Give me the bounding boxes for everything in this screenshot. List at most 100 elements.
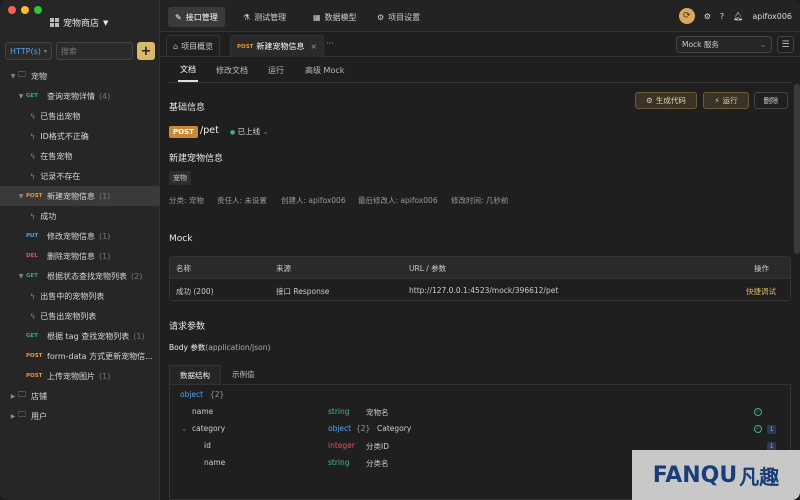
- tree-folder[interactable]: ▶ 🗀︎ 用户: [0, 406, 160, 426]
- code-icon: ⚙: [646, 96, 653, 105]
- tree-label: 出售中的宠物列表: [40, 291, 105, 301]
- subtab-advanced-mock[interactable]: 高级 Mock: [303, 58, 346, 82]
- tree-api-item[interactable]: ▼ GET 根据状态查找宠物列表 (2): [0, 266, 160, 286]
- tab-api-management[interactable]: ✎ 接口管理: [168, 7, 225, 27]
- tree-case-item[interactable]: ϟ ID格式不正确: [0, 126, 160, 146]
- api-tree: ▼ 🗀︎ 宠物 ▼ GET 查询宠物详情 (4) ϟ 已售出宠物 ϟ ID格式不正确 ϟ 在售宠物 ϟ 记录…: [0, 66, 160, 426]
- tab-project-overview[interactable]: ⌂ 项目概览: [166, 35, 221, 57]
- tree-case-item[interactable]: ϟ 已售出宠物: [0, 106, 160, 126]
- tab-label: 新建宠物信息: [256, 42, 305, 51]
- subtab-edit-doc[interactable]: 修改文档: [214, 58, 250, 82]
- method-badge: POST: [26, 193, 43, 199]
- project-name: 宠物商店: [63, 19, 100, 29]
- menu-icon[interactable]: ☰: [777, 36, 794, 53]
- tree-label: 根据 tag 查找宠物列表: [47, 331, 130, 341]
- method-badge: GET: [26, 93, 39, 99]
- delete-button[interactable]: 删除: [754, 92, 788, 109]
- close-window-button[interactable]: [8, 6, 16, 14]
- minimize-window-button[interactable]: [21, 6, 29, 14]
- scrollbar[interactable]: [794, 84, 800, 254]
- quick-debug-link[interactable]: 快捷调试: [746, 286, 776, 297]
- project-switcher[interactable]: 宠物商店 ▼: [50, 16, 108, 29]
- tree-api-item[interactable]: GET 根据 tag 查找宠物列表 (1): [0, 326, 160, 346]
- tree-label: 成功: [40, 211, 57, 221]
- schema-name: category: [192, 424, 226, 433]
- caret-icon[interactable]: ▶: [8, 393, 18, 400]
- tree-api-item[interactable]: DEL 删除宠物信息 (1): [0, 246, 160, 266]
- protocol-select[interactable]: HTTP(s) ▾: [5, 42, 52, 60]
- meta-modifier: 最后修改人: apifox006: [358, 196, 438, 205]
- schema-type: object: [328, 424, 352, 433]
- case-icon: ϟ: [30, 211, 36, 221]
- method-badge: PUT: [26, 233, 39, 239]
- tree-folder[interactable]: ▶ 🗀︎ 店铺: [0, 386, 160, 406]
- header-name: 名称: [176, 264, 191, 273]
- header-url: URL / 参数: [409, 264, 447, 273]
- body-params-label: Body 参数(application/json): [169, 342, 270, 353]
- method-badge: GET: [26, 333, 39, 339]
- subtab-doc[interactable]: 文档: [178, 58, 198, 82]
- caret-icon[interactable]: ▼: [16, 193, 26, 200]
- close-icon[interactable]: ×: [310, 42, 317, 51]
- tree-case-item[interactable]: ϟ 记录不存在: [0, 166, 160, 186]
- caret-down-icon: ▼: [103, 18, 109, 27]
- method-badge: DEL: [26, 253, 38, 259]
- button-label: 生成代码: [655, 96, 686, 105]
- flask-icon: ⚗: [243, 12, 251, 22]
- caret-down-icon[interactable]: ⌄: [181, 424, 187, 433]
- tree-label: 根据状态查找宠物列表: [47, 271, 127, 281]
- request-params-title: 请求参数: [169, 322, 206, 332]
- tree-case-item[interactable]: ϟ 成功: [0, 206, 160, 226]
- maximize-window-button[interactable]: [34, 6, 42, 14]
- tree-case-item[interactable]: ϟ 出售中的宠物列表: [0, 286, 160, 306]
- document-tab-bar: ⌂ 项目概览 POST 新建宠物信息 × ··· Mock 服务 ⌄ ☰: [160, 33, 800, 57]
- add-button[interactable]: +: [137, 42, 155, 60]
- tree-label: 宠物: [31, 71, 47, 81]
- folder-icon: 🗀︎: [18, 410, 26, 419]
- button-label: 运行: [722, 96, 738, 105]
- caret-icon[interactable]: ▼: [16, 93, 26, 100]
- case-count: (1): [99, 231, 111, 241]
- tree-api-item[interactable]: ▼ GET 查询宠物详情 (4): [0, 86, 160, 106]
- tab-data-structure[interactable]: 数据结构: [169, 365, 221, 384]
- caret-icon[interactable]: ▼: [16, 273, 26, 280]
- tree-api-item[interactable]: PUT 修改宠物信息 (1): [0, 226, 160, 246]
- tab-example[interactable]: 示例值: [221, 365, 266, 384]
- bell-icon[interactable]: 🔔︎: [733, 12, 743, 21]
- tree-folder[interactable]: ▼ 🗀︎ 宠物: [0, 66, 160, 86]
- tree-label: 删除宠物信息: [47, 251, 95, 261]
- tree-case-item[interactable]: ϟ 在售宠物: [0, 146, 160, 166]
- mock-service-select[interactable]: Mock 服务 ⌄: [676, 36, 772, 53]
- mock-row-url[interactable]: http://127.0.0.1:4523/mock/396612/pet: [409, 286, 558, 295]
- folder-icon: 🗀︎: [18, 70, 26, 79]
- caret-icon[interactable]: ▶: [8, 413, 18, 420]
- check-icon: ✓: [754, 408, 762, 416]
- tree-api-item[interactable]: ▼ POST 新建宠物信息 (1): [0, 186, 160, 206]
- user-name[interactable]: apifox006: [752, 12, 792, 21]
- tree-api-item[interactable]: POST form-data 方式更新宠物信...: [0, 346, 160, 366]
- status-select[interactable]: ● 已上线 ⌄: [230, 126, 269, 137]
- sync-icon[interactable]: ⟳: [678, 8, 695, 24]
- case-icon: ϟ: [30, 131, 36, 141]
- more-tabs-button[interactable]: ···: [326, 39, 334, 48]
- tree-api-item[interactable]: POST 上传宠物图片 (1): [0, 366, 160, 386]
- tab-new-pet-info[interactable]: POST 新建宠物信息 ×: [230, 35, 325, 57]
- tab-project-settings[interactable]: ⚙ 项目设置: [370, 7, 427, 27]
- help-icon[interactable]: ?: [720, 12, 724, 21]
- generate-code-button[interactable]: ⚙ 生成代码: [635, 92, 697, 109]
- tab-label: 项目设置: [388, 12, 421, 22]
- settings-icon[interactable]: ⚙: [704, 12, 711, 21]
- top-nav: ✎ 接口管理 ⚗ 测试管理 ▦ 数据模型 ⚙ 项目设置 ⟳ ⚙ ? 🔔︎ apifox0…: [160, 0, 800, 32]
- schema-name: id: [204, 441, 211, 450]
- tab-data-model[interactable]: ▦ 数据模型: [306, 7, 364, 27]
- mock-table: 名称 来源 URL / 参数 操作 成功 (200) 接口 Response h…: [169, 256, 791, 301]
- run-button[interactable]: ⚡ 运行: [703, 92, 749, 109]
- top-right-controls: ⟳ ⚙ ? 🔔︎ apifox006: [678, 8, 792, 24]
- schema-desc: 分类名: [366, 459, 389, 468]
- tab-test-management[interactable]: ⚗ 测试管理: [236, 7, 293, 27]
- subtab-run[interactable]: 运行: [266, 58, 286, 82]
- case-count: (1): [99, 371, 111, 381]
- tree-case-item[interactable]: ϟ 已售出宠物列表: [0, 306, 160, 326]
- search-input[interactable]: 搜索: [55, 42, 133, 60]
- caret-icon[interactable]: ▼: [8, 73, 18, 80]
